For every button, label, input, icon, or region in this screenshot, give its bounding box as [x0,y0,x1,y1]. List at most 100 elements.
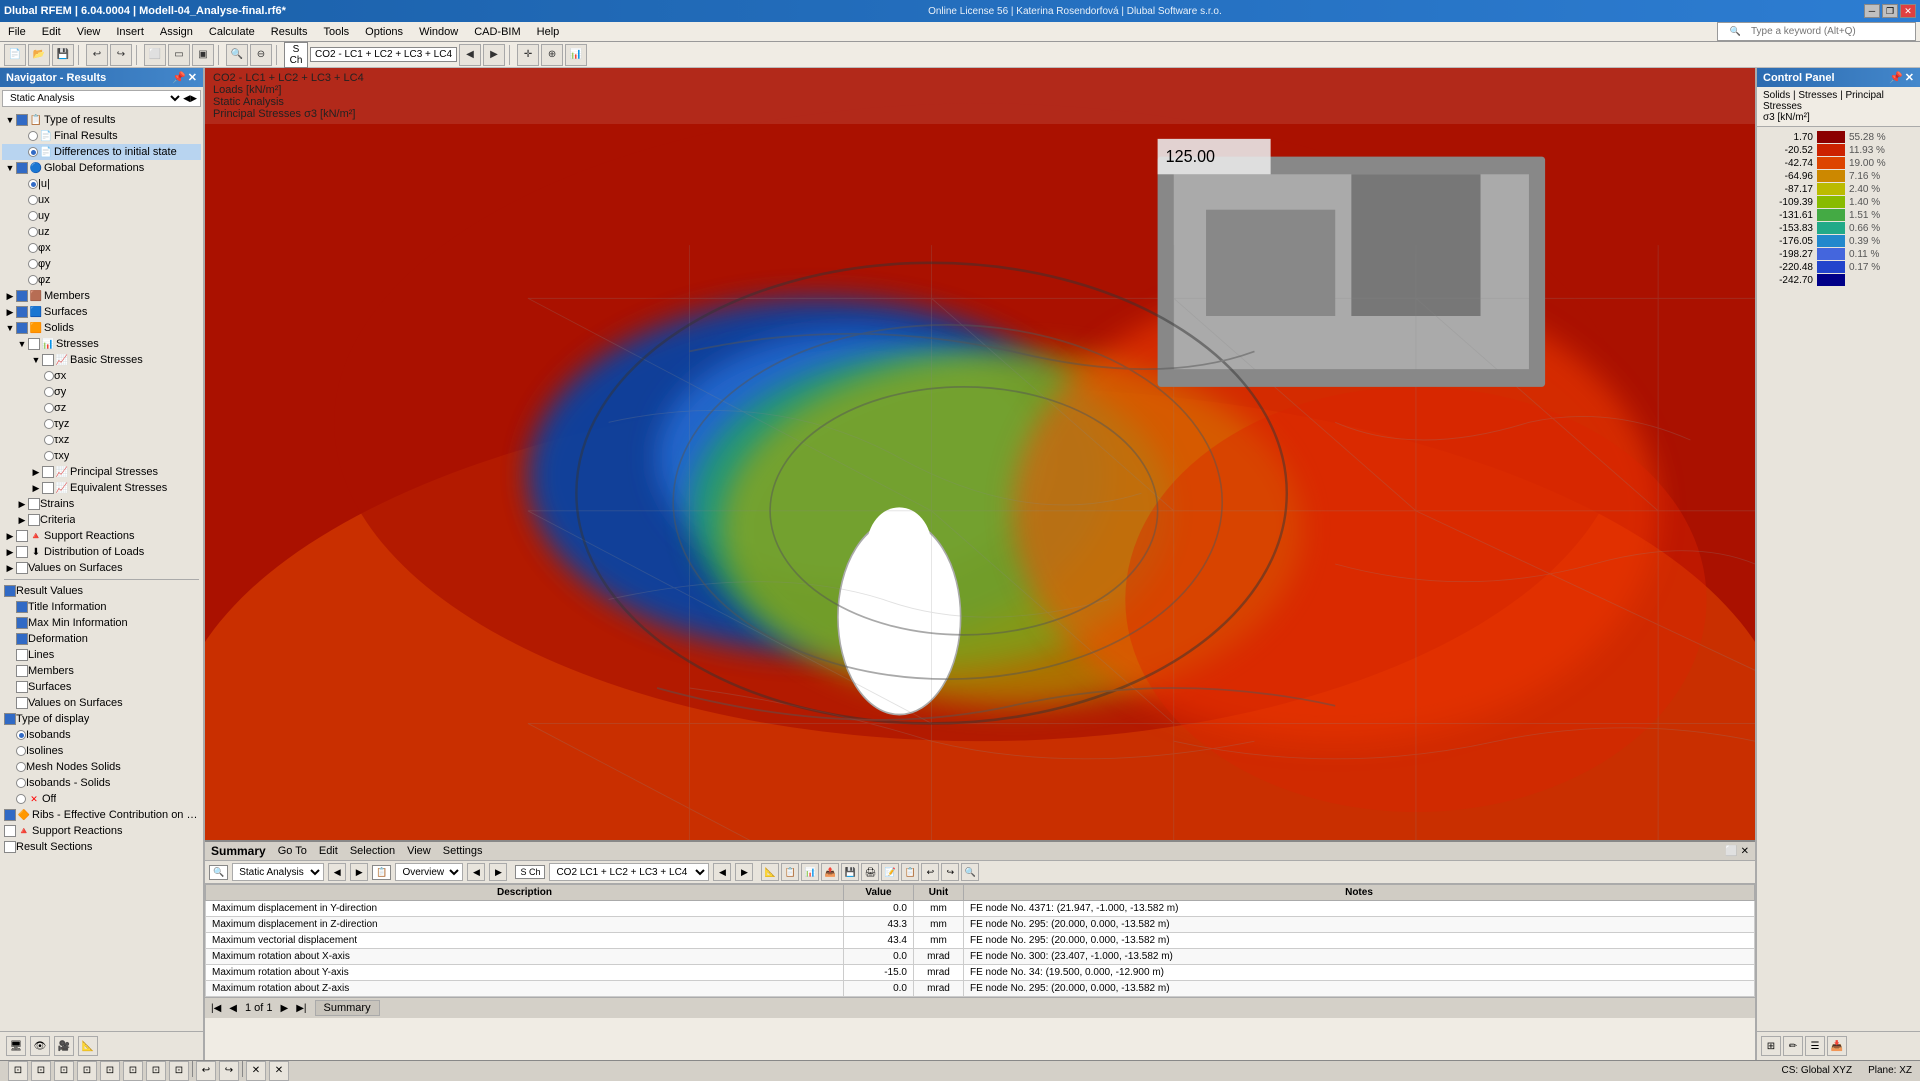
nav-solids[interactable]: ▼ 🟧 Solids [2,320,201,336]
nav-off[interactable]: ✕ Off [2,791,201,807]
nav-tool-2[interactable]: 👁 [30,1036,50,1056]
members-rv-checkbox[interactable] [16,665,28,677]
nav-type-display[interactable]: Type of display [2,711,201,727]
nav-tau-xz[interactable]: τxz [2,432,201,448]
nav-arrow-right[interactable]: ▶ [190,93,197,104]
minimize-button[interactable]: ─ [1864,4,1880,18]
u-radio[interactable] [28,179,38,189]
menu-results[interactable]: Results [263,24,316,40]
nav-close-icon[interactable]: ✕ [188,71,197,84]
close-button[interactable]: ✕ [1900,4,1916,18]
nav-u-total[interactable]: |u| [2,176,201,192]
nav-isobands-solids[interactable]: Isobands - Solids [2,775,201,791]
surfaces-rv-checkbox[interactable] [16,681,28,693]
diff-initial-radio[interactable] [28,147,38,157]
nav-sigma-y[interactable]: σy [2,384,201,400]
sum-btn-8[interactable]: 📋 [901,863,919,881]
menu-view[interactable]: View [69,24,109,40]
summary-goto[interactable]: Go To [278,845,307,857]
solids-checkbox[interactable] [16,322,28,334]
nav-isolines[interactable]: Isolines [2,743,201,759]
uy-radio[interactable] [28,211,38,221]
redo-button[interactable]: ↪ [110,44,132,66]
tb-select2[interactable]: ▣ [192,44,214,66]
phiz-radio[interactable] [28,275,38,285]
surfaces-checkbox[interactable] [16,306,28,318]
ux-radio[interactable] [28,195,38,205]
off-radio[interactable] [16,794,26,804]
phiy-radio[interactable] [28,259,38,269]
sigmay-radio[interactable] [44,387,54,397]
expand-icon[interactable]: ▼ [4,323,16,333]
nav-phiy[interactable]: φy [2,256,201,272]
nav-diff-initial[interactable]: 📄 Differences to initial state [2,144,201,160]
nav-result-values[interactable]: Result Values [2,583,201,599]
menu-cad-bim[interactable]: CAD-BIM [466,24,528,40]
expand-icon[interactable]: ▶ [16,499,28,510]
tb-extra-2[interactable]: ⊕ [541,44,563,66]
search-input[interactable] [1751,26,1911,37]
expand-icon[interactable]: ▼ [30,355,42,365]
nav-pin-icon[interactable]: 📌 [172,71,186,84]
type-display-checkbox[interactable] [4,713,16,725]
ribs-checkbox[interactable] [4,809,16,821]
next-combo-btn[interactable]: ▶ [483,44,505,66]
next-page-btn[interactable]: ▶ [281,1003,289,1014]
nav-tool-4[interactable]: 📐 [78,1036,98,1056]
nav-members-rv[interactable]: Members [2,663,201,679]
sheet-tab[interactable]: Summary [315,1000,380,1016]
tb-select[interactable]: ▭ [168,44,190,66]
criteria-checkbox[interactable] [28,514,40,526]
status-redo-btn[interactable]: ↪ [219,1061,239,1081]
nav-stresses[interactable]: ▼ 📊 Stresses [2,336,201,352]
maxmin-checkbox[interactable] [16,617,28,629]
sum-btn-6[interactable]: 🖨 [861,863,879,881]
combo-select[interactable]: CO2 - LC1 + LC2 + LC3 + LC4 [310,47,457,62]
nav-surfaces[interactable]: ▶ 🟦 Surfaces [2,304,201,320]
nav-sigma-z[interactable]: σz [2,400,201,416]
menu-file[interactable]: File [0,24,34,40]
global-def-checkbox[interactable] [16,162,28,174]
sum-lc-right[interactable]: ▶ [735,863,753,881]
sum-btn-10[interactable]: ↪ [941,863,959,881]
phix-radio[interactable] [28,243,38,253]
tb-extra-3[interactable]: 📊 [565,44,587,66]
status-btn-4[interactable]: ⊡ [77,1061,97,1081]
sum-btn-5[interactable]: 💾 [841,863,859,881]
strains-checkbox[interactable] [28,498,40,510]
view-select[interactable]: Overview [395,863,463,881]
nav-tau-yz[interactable]: τyz [2,416,201,432]
summary-float-icon[interactable]: ⬜ [1725,846,1737,857]
nav-tool-1[interactable]: 🖥 [6,1036,26,1056]
tauxy-radio[interactable] [44,451,54,461]
nav-mesh-nodes-solids[interactable]: Mesh Nodes Solids [2,759,201,775]
cp-pin-icon[interactable]: 📌 [1889,71,1903,84]
tauxz-radio[interactable] [44,435,54,445]
analysis-select[interactable]: Static Analysis [6,92,183,105]
nav-support-reactions-2[interactable]: 🔺 Support Reactions [2,823,201,839]
nav-sigma-x[interactable]: σx [2,368,201,384]
status-undo-btn[interactable]: ↩ [196,1061,216,1081]
expand-icon[interactable]: ▶ [4,291,16,302]
sum-view-right[interactable]: ▶ [489,863,507,881]
nav-uy[interactable]: uy [2,208,201,224]
nav-principal-stresses[interactable]: ▶ 📈 Principal Stresses [2,464,201,480]
lines-checkbox[interactable] [16,649,28,661]
nav-final-results[interactable]: 📄 Final Results [2,128,201,144]
restore-button[interactable]: ❐ [1882,4,1898,18]
nav-surfaces-rv[interactable]: Surfaces [2,679,201,695]
last-page-btn[interactable]: ▶| [296,1003,306,1014]
final-results-radio[interactable] [28,131,38,141]
summary-close-icon[interactable]: ✕ [1741,846,1749,857]
loads-checkbox[interactable] [16,546,28,558]
nav-type-of-results[interactable]: ▼ 📋 Type of results [2,112,201,128]
isobands-solids-radio[interactable] [16,778,26,788]
menu-options[interactable]: Options [357,24,411,40]
mesh-nodes-radio[interactable] [16,762,26,772]
prev-combo-btn[interactable]: ◀ [459,44,481,66]
nav-values-surfaces[interactable]: ▶ Values on Surfaces [2,560,201,576]
menu-tools[interactable]: Tools [315,24,357,40]
isobands-radio[interactable] [16,730,26,740]
menu-help[interactable]: Help [529,24,568,40]
cp-btn-2[interactable]: ✏ [1783,1036,1803,1056]
